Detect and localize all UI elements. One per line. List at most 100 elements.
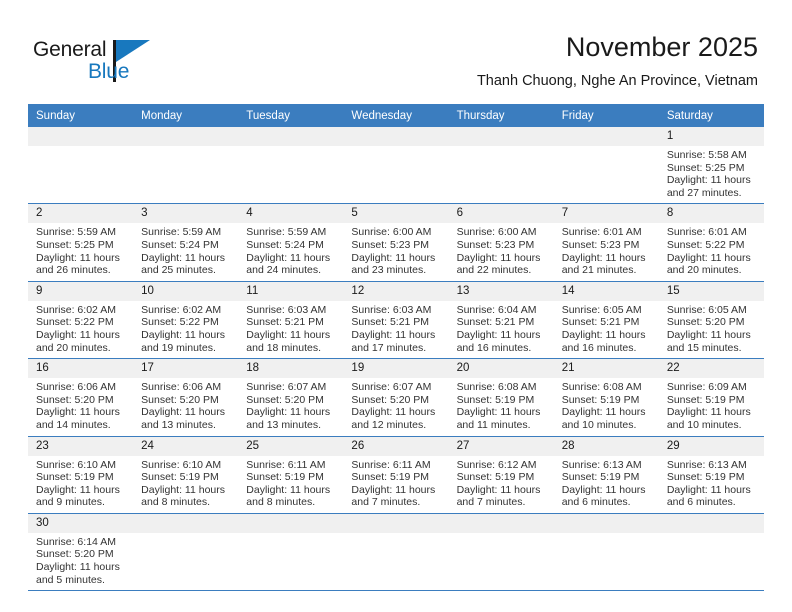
day-info-sunrise: Sunrise: 5:58 AM [666, 149, 747, 161]
calendar-day-cell[interactable]: 30 Sunrise: 6:14 AM Sunset: 5:20 PM Dayligh… [28, 513, 134, 592]
day-number [28, 127, 134, 146]
day-sun-info: Sunrise: 5:59 AM Sunset: 5:24 PM Daylight:… [238, 223, 343, 280]
day-info-sunset: Sunset: 5:20 PM [36, 393, 114, 406]
day-number: 17 [133, 359, 239, 379]
day-number: 23 [28, 436, 134, 456]
calendar-day-cell[interactable]: 7 Sunrise: 6:01 AM Sunset: 5:23 PM Daylight… [553, 203, 659, 282]
day-info-daylight-line2: and 27 minutes. [666, 186, 742, 199]
calendar-day-cell[interactable]: 13 Sunrise: 6:04 AM Sunset: 5:21 PM Dayligh… [448, 281, 554, 360]
calendar-day-cell[interactable]: 19 Sunrise: 6:07 AM Sunset: 5:20 PM Dayligh… [343, 358, 449, 437]
day-info-daylight-line1: Daylight: 11 hours [561, 406, 646, 419]
day-info-sunrise: Sunrise: 6:10 AM [36, 458, 116, 471]
calendar-day-cell-empty [238, 127, 344, 205]
day-info-sunrise: Sunrise: 6:12 AM [456, 458, 537, 471]
general-blue-logo[interactable]: General Blue [33, 38, 163, 88]
day-number: 20 [448, 359, 554, 379]
day-info-daylight-line2: and 12 minutes. [351, 418, 427, 431]
day-info-daylight-line1: Daylight: 11 hours [561, 483, 646, 496]
day-info-daylight-line2: and 16 minutes. [561, 341, 637, 354]
day-info-daylight-line1: Daylight: 11 hours [456, 483, 541, 496]
day-info-sunset: Sunset: 5:19 PM [561, 393, 640, 406]
day-info-sunset: Sunset: 5:20 PM [246, 393, 324, 406]
calendar-day-cell[interactable]: 21 Sunrise: 6:08 AM Sunset: 5:19 PM Dayligh… [553, 358, 659, 437]
calendar-day-cell-empty [343, 513, 449, 592]
day-number: 2 [28, 204, 134, 224]
day-number: 8 [658, 204, 764, 224]
calendar-day-cell[interactable]: 22 Sunrise: 6:09 AM Sunset: 5:19 PM Dayligh… [658, 358, 764, 437]
calendar-week-row: 30 Sunrise: 6:14 AM Sunset: 5:20 PM Dayligh… [28, 513, 764, 592]
calendar-day-cell[interactable]: 24 Sunrise: 6:10 AM Sunset: 5:19 PM Dayligh… [133, 436, 239, 514]
calendar-day-cell[interactable]: 1 Sunrise: 5:58 AM Sunset: 5:25 PM Daylight… [658, 127, 764, 205]
day-number: 27 [448, 436, 554, 456]
title-block: November 2025 Thanh Chuong, Nghe An Prov… [477, 30, 758, 92]
day-info-daylight-line1: Daylight: 11 hours [141, 328, 225, 341]
calendar-day-cell[interactable]: 12 Sunrise: 6:03 AM Sunset: 5:21 PM Dayligh… [343, 281, 449, 360]
calendar-day-cell[interactable]: 25 Sunrise: 6:11 AM Sunset: 5:19 PM Dayligh… [238, 436, 344, 514]
calendar-day-cell[interactable]: 4 Sunrise: 5:59 AM Sunset: 5:24 PM Daylight… [238, 203, 344, 282]
calendar-week-row: 23 Sunrise: 6:10 AM Sunset: 5:19 PM Dayligh… [28, 436, 764, 514]
calendar-day-cell-empty [553, 127, 659, 205]
day-info-daylight-line2: and 7 minutes. [351, 496, 421, 509]
calendar-day-cell[interactable]: 10 Sunrise: 6:02 AM Sunset: 5:22 PM Dayligh… [133, 281, 239, 360]
calendar-day-cell[interactable]: 14 Sunrise: 6:05 AM Sunset: 5:21 PM Dayligh… [553, 281, 659, 360]
day-number: 10 [133, 281, 239, 301]
logo-text-blue: Blue [88, 60, 130, 83]
day-info-daylight-line1: Daylight: 11 hours [666, 328, 751, 341]
calendar-day-cell-empty [133, 513, 239, 592]
day-info-sunrise: Sunrise: 6:01 AM [666, 226, 747, 239]
day-info-sunrise: Sunrise: 6:06 AM [36, 381, 116, 394]
calendar-day-cell[interactable]: 27 Sunrise: 6:12 AM Sunset: 5:19 PM Dayligh… [448, 436, 554, 514]
day-info-daylight-line2: and 10 minutes. [666, 418, 742, 431]
day-sun-info: Sunrise: 5:59 AM Sunset: 5:24 PM Daylight:… [133, 223, 238, 280]
weekday-header-thursday: Thursday [448, 104, 554, 127]
calendar-day-cell[interactable]: 11 Sunrise: 6:03 AM Sunset: 5:21 PM Dayligh… [238, 281, 344, 360]
calendar-day-cell[interactable]: 17 Sunrise: 6:06 AM Sunset: 5:20 PM Dayligh… [133, 358, 239, 437]
day-info-daylight-line1: Daylight: 11 hours [36, 328, 120, 341]
day-number [133, 513, 239, 533]
day-info-sunset: Sunset: 5:25 PM [36, 238, 114, 251]
day-number [553, 127, 659, 146]
day-sun-info: Sunrise: 6:09 AM Sunset: 5:19 PM Daylight:… [659, 378, 764, 435]
calendar-day-cell[interactable]: 5 Sunrise: 6:00 AM Sunset: 5:23 PM Daylight… [343, 203, 449, 282]
calendar-day-cell[interactable]: 6 Sunrise: 6:00 AM Sunset: 5:23 PM Daylight… [448, 203, 554, 282]
day-number: 29 [658, 436, 764, 456]
calendar-day-cell-empty [448, 513, 554, 592]
day-sun-info: Sunrise: 6:06 AM Sunset: 5:20 PM Daylight:… [133, 378, 238, 435]
day-info-sunset: Sunset: 5:21 PM [561, 316, 640, 329]
day-info-sunrise: Sunrise: 6:07 AM [351, 381, 432, 394]
calendar-day-cell[interactable]: 26 Sunrise: 6:11 AM Sunset: 5:19 PM Dayligh… [343, 436, 449, 514]
calendar-day-cell[interactable]: 16 Sunrise: 6:06 AM Sunset: 5:20 PM Dayligh… [28, 358, 134, 437]
day-info-daylight-line2: and 9 minutes. [36, 496, 105, 509]
calendar-day-cell[interactable]: 23 Sunrise: 6:10 AM Sunset: 5:19 PM Dayligh… [28, 436, 134, 514]
day-info-sunrise: Sunrise: 6:05 AM [666, 303, 747, 316]
calendar-day-cell[interactable]: 29 Sunrise: 6:13 AM Sunset: 5:19 PM Dayligh… [658, 436, 764, 514]
day-sun-info: Sunrise: 6:03 AM Sunset: 5:21 PM Daylight:… [238, 301, 343, 358]
calendar-day-cell[interactable]: 2 Sunrise: 5:59 AM Sunset: 5:25 PM Daylight… [28, 203, 134, 282]
day-info-daylight-line1: Daylight: 11 hours [141, 483, 225, 496]
day-number [658, 513, 764, 533]
day-info-sunset: Sunset: 5:21 PM [351, 316, 430, 329]
day-sun-info: Sunrise: 6:12 AM Sunset: 5:19 PM Daylight:… [449, 456, 554, 513]
day-info-daylight-line1: Daylight: 11 hours [456, 328, 541, 341]
calendar-day-cell[interactable]: 8 Sunrise: 6:01 AM Sunset: 5:22 PM Daylight… [658, 203, 764, 282]
day-number: 5 [343, 204, 449, 224]
calendar-day-cell[interactable]: 20 Sunrise: 6:08 AM Sunset: 5:19 PM Dayligh… [448, 358, 554, 437]
day-info-daylight-line2: and 11 minutes. [456, 418, 531, 431]
calendar-day-cell[interactable]: 15 Sunrise: 6:05 AM Sunset: 5:20 PM Dayligh… [658, 281, 764, 360]
day-info-daylight-line1: Daylight: 11 hours [456, 251, 541, 264]
calendar-day-cell[interactable]: 18 Sunrise: 6:07 AM Sunset: 5:20 PM Dayligh… [238, 358, 344, 437]
weekday-header-monday: Monday [133, 104, 239, 127]
day-info-sunrise: Sunrise: 5:59 AM [36, 226, 116, 239]
calendar-day-cell[interactable]: 28 Sunrise: 6:13 AM Sunset: 5:19 PM Dayligh… [553, 436, 659, 514]
calendar-header-row: Sunday Monday Tuesday Wednesday Thursday… [28, 104, 764, 127]
day-info-sunrise: Sunrise: 5:59 AM [246, 226, 327, 239]
day-number: 7 [553, 204, 659, 224]
day-info-daylight-line1: Daylight: 11 hours [351, 328, 436, 341]
calendar-day-cell[interactable]: 3 Sunrise: 5:59 AM Sunset: 5:24 PM Daylight… [133, 203, 239, 282]
day-number: 6 [448, 204, 554, 224]
day-number: 15 [658, 281, 764, 301]
day-number: 25 [238, 436, 344, 456]
calendar-day-cell[interactable]: 9 Sunrise: 6:02 AM Sunset: 5:22 PM Daylight… [28, 281, 134, 360]
calendar-day-cell-empty [28, 127, 134, 205]
sunrise-sunset-calendar: Sunday Monday Tuesday Wednesday Thursday… [28, 104, 764, 592]
